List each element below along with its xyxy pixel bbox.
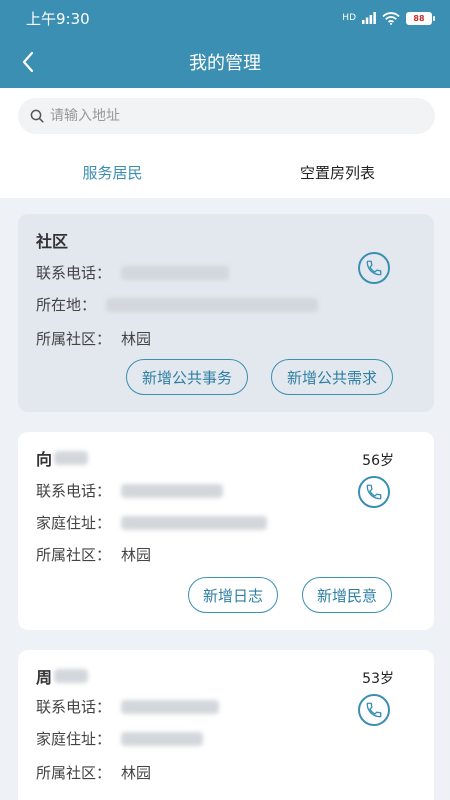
battery-icon: 88	[406, 11, 435, 25]
call-button[interactable]	[358, 476, 390, 508]
call-button[interactable]	[358, 252, 390, 284]
tab-bar: 服务居民 空置房列表	[0, 148, 450, 196]
nav-bar: 我的管理	[0, 36, 450, 88]
community-value: 林园	[121, 546, 152, 564]
resident-age: 53岁	[362, 671, 394, 687]
phone-label: 联系电话：	[36, 482, 112, 500]
network-label: HD	[342, 13, 356, 23]
add-opinion-button[interactable]: 新增民意	[302, 577, 392, 613]
call-button[interactable]	[358, 694, 390, 726]
search-input[interactable]	[50, 108, 410, 124]
community-label: 所属社区：	[36, 330, 112, 348]
redacted-location	[106, 297, 319, 312]
community-title: 社区	[36, 232, 69, 251]
search-bar[interactable]	[18, 98, 435, 134]
phone-icon	[366, 702, 382, 718]
resident-community-row: 所属社区： 林园	[36, 762, 151, 783]
search-icon	[30, 109, 44, 123]
redacted-name	[54, 669, 89, 683]
status-icons: HD 88	[342, 11, 435, 25]
resident-card[interactable]: 周 53岁 联系电话： 家庭住址： 所属社区： 林园	[18, 650, 434, 800]
address-label: 家庭住址：	[36, 730, 112, 748]
tab-vacant-houses[interactable]: 空置房列表	[225, 148, 450, 196]
phone-label: 联系电话：	[36, 698, 112, 716]
community-location-row: 所在地：	[36, 294, 319, 315]
add-log-button[interactable]: 新增日志	[188, 577, 278, 613]
redacted-phone	[121, 265, 230, 280]
resident-address-row: 家庭住址：	[36, 512, 268, 533]
community-community-row: 所属社区： 林园	[36, 328, 151, 349]
resident-phone-row: 联系电话：	[36, 480, 224, 501]
address-label: 家庭住址：	[36, 514, 112, 532]
phone-icon	[366, 484, 382, 500]
community-value: 林园	[121, 330, 152, 348]
resident-age: 56岁	[362, 453, 394, 469]
status-time: 上午9:30	[26, 9, 90, 28]
phone-label: 联系电话：	[36, 264, 112, 282]
resident-name: 向	[36, 446, 89, 470]
search-and-tabs: 服务居民 空置房列表	[0, 88, 450, 198]
back-button[interactable]	[12, 46, 44, 78]
community-label: 所属社区：	[36, 764, 112, 782]
resident-name: 周	[36, 664, 89, 688]
community-phone-row: 联系电话：	[36, 262, 230, 283]
resident-surname: 周	[36, 668, 53, 687]
page-title: 我的管理	[189, 53, 261, 74]
resident-phone-row: 联系电话：	[36, 696, 220, 717]
phone-icon	[366, 260, 382, 276]
status-bar: 上午9:30 HD 88	[0, 0, 450, 36]
redacted-address	[121, 515, 268, 530]
resident-community-row: 所属社区： 林园	[36, 544, 151, 565]
community-value: 林园	[121, 764, 152, 782]
battery-level: 88	[413, 13, 425, 23]
redacted-phone	[121, 483, 224, 498]
tab-residents[interactable]: 服务居民	[0, 148, 225, 196]
add-public-need-button[interactable]: 新增公共需求	[271, 359, 393, 395]
resident-surname: 向	[36, 450, 53, 469]
community-label: 所属社区：	[36, 546, 112, 564]
signal-icon	[362, 12, 376, 24]
location-label: 所在地：	[36, 296, 97, 314]
resident-card[interactable]: 向 56岁 联系电话： 家庭住址： 所属社区： 林园 新增日志 新增民意	[18, 432, 434, 630]
community-card[interactable]: 社区 联系电话： 所在地： 所属社区： 林园 新增公共事务 新增公共需求	[18, 214, 434, 412]
wifi-icon	[382, 11, 400, 25]
redacted-address	[121, 731, 204, 746]
redacted-phone	[121, 699, 220, 714]
redacted-name	[54, 451, 89, 465]
resident-address-row: 家庭住址：	[36, 728, 204, 749]
app-header: 上午9:30 HD 88 我的管理	[0, 0, 450, 88]
add-public-affair-button[interactable]: 新增公共事务	[126, 359, 248, 395]
chevron-left-icon	[22, 51, 34, 73]
